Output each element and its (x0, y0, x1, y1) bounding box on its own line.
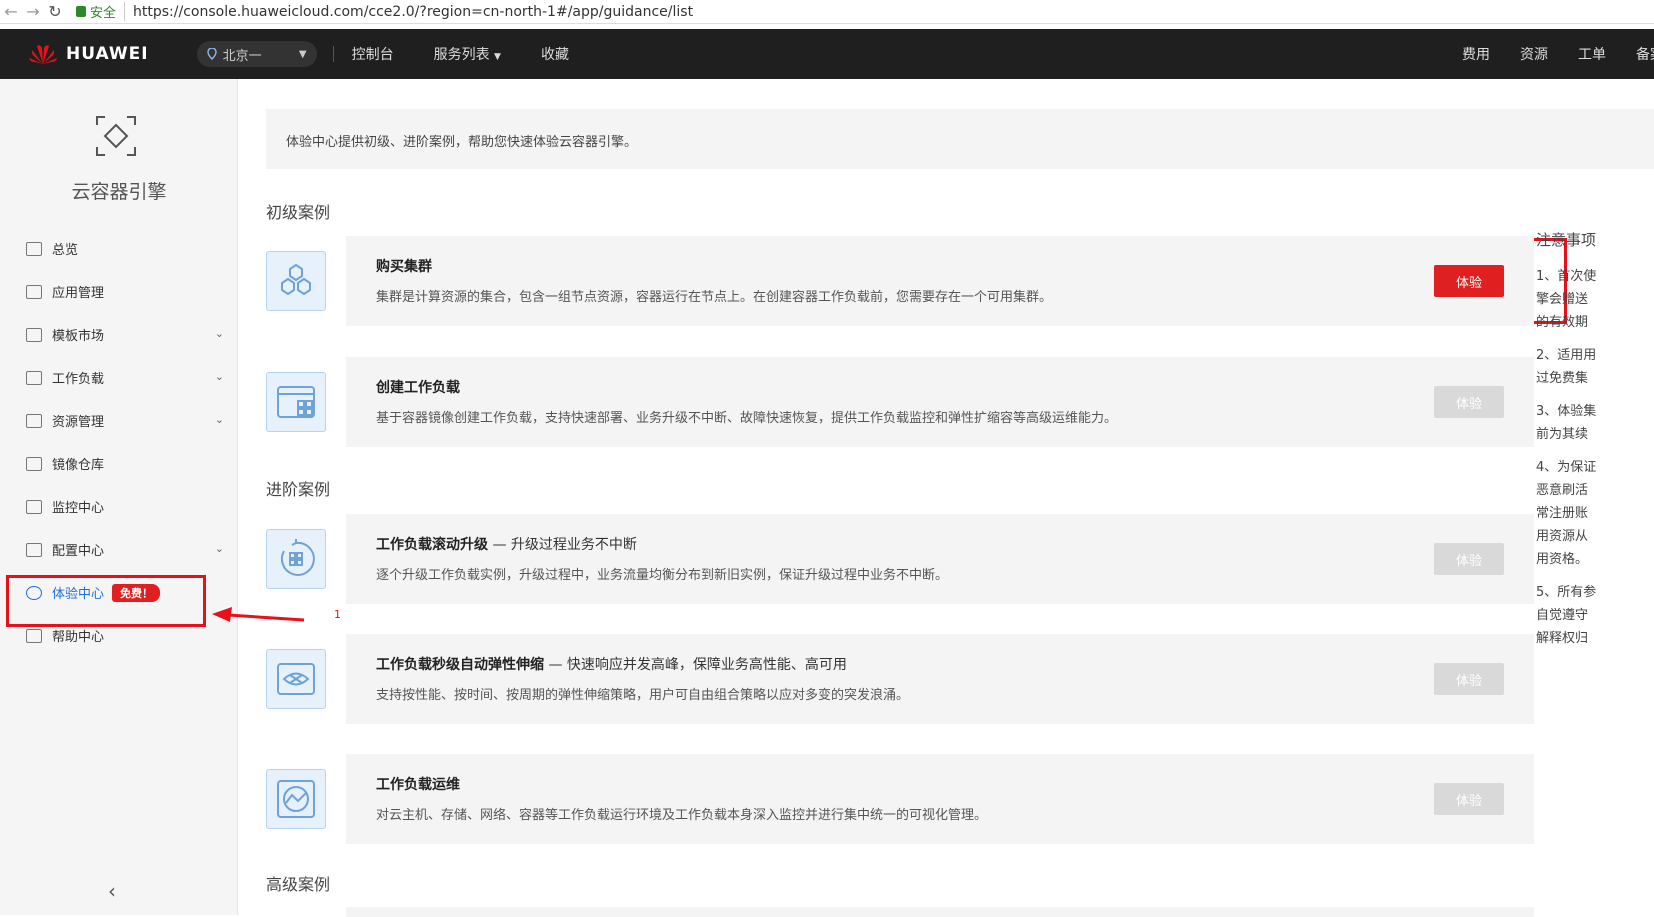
card-desc: 集群是计算资源的集合，包含一组节点资源，容器运行在节点上。在创建容器工作负载前，… (376, 290, 1053, 305)
try-button-buy-cluster[interactable]: 体验 (1434, 265, 1504, 297)
sidebar-item-monitor[interactable]: 监控中心 (0, 485, 238, 528)
image-repo-icon (26, 456, 42, 471)
caret-down-icon: ▼ (494, 52, 501, 62)
highlight-box-experience-center (6, 575, 206, 627)
template-icon (26, 327, 42, 342)
case-card-partial (346, 907, 1534, 917)
reload-icon[interactable]: ↻ (44, 2, 66, 21)
workload-icon (26, 370, 42, 385)
sidebar-item-resource-management[interactable]: 资源管理 ⌄ (0, 399, 238, 442)
cce-service-icon (96, 116, 136, 156)
section-title-advanced: 进阶案例 (266, 480, 331, 499)
nav-service-list[interactable]: 服务列表 ▼ (434, 44, 501, 64)
sidebar-item-label: 总览 (52, 243, 79, 258)
card-title: 工作负载滚动升级 — 升级过程业务不中断 (376, 537, 637, 553)
collapse-sidebar-icon[interactable]: ‹ (108, 879, 116, 903)
location-pin-icon (206, 48, 217, 60)
app-icon (26, 284, 42, 299)
header-divider (332, 46, 334, 62)
link-resources[interactable]: 资源 (1520, 44, 1548, 64)
lock-icon (76, 6, 86, 17)
region-label: 北京一 (222, 48, 262, 64)
intro-banner: 体验中心提供初级、进阶案例，帮助您快速体验云容器引擎。 (266, 109, 1654, 169)
huawei-logo[interactable]: HUAWEI (28, 42, 149, 66)
help-icon (26, 628, 42, 643)
secure-label: 安全 (90, 6, 117, 21)
sidebar-item-label: 配置中心 (52, 544, 105, 559)
card-title: 购买集群 (376, 259, 432, 275)
section-title-expert: 高级案例 (266, 875, 331, 894)
cluster-icon (266, 251, 326, 311)
browser-address-bar: ← → ↻ 安全 https://console.huaweicloud.com… (0, 0, 1654, 24)
case-card: 工作负载滚动升级 — 升级过程业务不中断 逐个升级工作负载实例，升级过程中，业务… (346, 514, 1534, 604)
notes-body: 1、首次使 擎会赠送 的有效期 2、适用用 过免费集 3、体验集 前为其续 4、… (1536, 269, 1597, 646)
link-tickets[interactable]: 工单 (1578, 44, 1606, 64)
back-icon[interactable]: ← (0, 2, 22, 21)
chevron-down-icon: ⌄ (214, 370, 224, 383)
logo-text: HUAWEI (66, 44, 149, 64)
chevron-down-icon: ⌄ (214, 413, 224, 426)
link-billing[interactable]: 费用 (1462, 44, 1490, 64)
card-desc: 支持按性能、按时间、按周期的弹性伸缩策略，用户可自由组合策略以应对多变的突发浪涌… (376, 688, 910, 703)
caret-down-icon: ▼ (298, 48, 307, 60)
header-right-links: 费用 资源 工单 备案 (1462, 29, 1654, 79)
section-title-basic: 初级案例 (266, 203, 331, 222)
rolling-upgrade-icon (266, 529, 326, 589)
top-header: HUAWEI 北京一 ▼ 控制台 服务列表 ▼ 收藏 费用 资源 工单 备案 (0, 29, 1654, 79)
card-desc: 对云主机、存储、网络、容器等工作负载运行环境及工作负载本身深入监控并进行集中统一… (376, 808, 988, 823)
forward-icon[interactable]: → (22, 2, 44, 21)
card-desc: 基于容器镜像创建工作负载，支持快速部署、业务升级不中断、故障快速恢复，提供工作负… (376, 411, 1118, 426)
sidebar-item-app-management[interactable]: 应用管理 (0, 270, 238, 313)
notes-title: 注意事项 (1536, 231, 1597, 249)
workload-ops-icon (266, 769, 326, 829)
chevron-down-icon: ⌄ (214, 327, 224, 340)
sidebar-item-label: 模板市场 (52, 329, 105, 344)
huawei-logo-icon (29, 45, 57, 64)
card-title: 创建工作负载 (376, 380, 460, 396)
url-field[interactable]: https://console.huaweicloud.com/cce2.0/?… (133, 4, 693, 20)
autoscaling-icon (266, 649, 326, 709)
top-nav: 控制台 服务列表 ▼ 收藏 (352, 44, 569, 64)
sidebar-item-label: 帮助中心 (52, 630, 105, 645)
sidebar: 云容器引擎 总览 应用管理 模板市场 ⌄ 工作负载 ⌄ 资源管理 ⌄ 镜像仓库 监控中… (0, 79, 238, 915)
sidebar-item-label: 监控中心 (52, 501, 105, 516)
case-card: 工作负载运维 对云主机、存储、网络、容器等工作负载运行环境及工作负载本身深入监控… (346, 754, 1534, 844)
case-card: 工作负载秒级自动弹性伸缩 — 快速响应并发高峰，保障业务高性能、高可用 支持按性… (346, 634, 1534, 724)
service-title: 云容器引擎 (71, 181, 167, 203)
monitor-icon (26, 499, 42, 514)
case-card: 创建工作负载 基于容器镜像创建工作负载，支持快速部署、业务升级不中断、故障快速恢… (346, 357, 1534, 447)
secure-indicator: 安全 (76, 2, 126, 21)
try-button-create-workload[interactable]: 体验 (1434, 386, 1504, 418)
try-button-rolling-upgrade[interactable]: 体验 (1434, 543, 1504, 575)
card-title: 工作负载运维 (376, 777, 460, 793)
main-content: 体验中心提供初级、进阶案例，帮助您快速体验云容器引擎。 初级案例 购买集群 集群… (266, 79, 1654, 917)
dashboard-icon (26, 241, 42, 256)
sidebar-item-overview[interactable]: 总览 (0, 227, 238, 270)
link-filing[interactable]: 备案 (1636, 44, 1654, 64)
region-selector[interactable]: 北京一 ▼ (196, 41, 317, 67)
sidebar-item-template-market[interactable]: 模板市场 ⌄ (0, 313, 238, 356)
notes-panel: 注意事项 1、首次使 擎会赠送 的有效期 2、适用用 过免费集 3、体验集 前为… (1536, 229, 1654, 650)
sidebar-item-label: 工作负载 (52, 372, 105, 387)
sidebar-item-label: 应用管理 (52, 286, 105, 301)
nav-favorites[interactable]: 收藏 (541, 44, 569, 64)
try-button-workload-ops[interactable]: 体验 (1434, 783, 1504, 815)
sidebar-item-config[interactable]: 配置中心 ⌄ (0, 528, 238, 571)
case-card: 购买集群 集群是计算资源的集合，包含一组节点资源，容器运行在节点上。在创建容器工… (346, 236, 1534, 326)
config-icon (26, 542, 42, 557)
workload-window-icon (266, 372, 326, 432)
try-button-autoscaling[interactable]: 体验 (1434, 663, 1504, 695)
sidebar-item-image-repo[interactable]: 镜像仓库 (0, 442, 238, 485)
card-title: 工作负载秒级自动弹性伸缩 — 快速响应并发高峰，保障业务高性能、高可用 (376, 657, 847, 673)
sidebar-item-label: 镜像仓库 (52, 458, 105, 473)
nav-console[interactable]: 控制台 (352, 44, 394, 64)
chevron-down-icon: ⌄ (214, 542, 224, 555)
card-desc: 逐个升级工作负载实例，升级过程中，业务流量均衡分布到新旧实例，保证升级过程中业务… (376, 568, 949, 583)
sidebar-item-workload[interactable]: 工作负载 ⌄ (0, 356, 238, 399)
sidebar-item-label: 资源管理 (52, 415, 105, 430)
resource-icon (26, 413, 42, 428)
